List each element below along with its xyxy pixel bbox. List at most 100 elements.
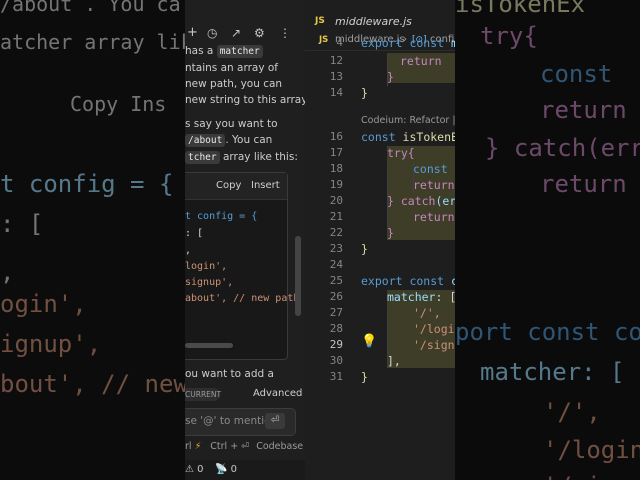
plus-icon[interactable]: + xyxy=(187,26,198,39)
more-icon[interactable]: ⋮ xyxy=(279,27,291,39)
code-line[interactable]: } catch(err xyxy=(387,194,455,208)
snippet-line: signup', xyxy=(185,277,234,288)
code-line[interactable]: ], xyxy=(387,354,401,368)
snippet-line: t config = { xyxy=(185,211,258,222)
background-right-zoom: isTokenEx try{const return} catch(err retur… xyxy=(455,0,640,480)
code-line[interactable]: } xyxy=(361,242,368,256)
inline-code: tcher xyxy=(185,151,220,164)
snippet-scrollbar[interactable] xyxy=(185,343,233,348)
background-code-line: '/signu xyxy=(543,472,640,480)
background-code-line: return xyxy=(540,170,627,198)
chat-toolbar: + ◷ ↗ ⚙ ⋮ xyxy=(185,22,305,44)
background-code-line: Copy Ins xyxy=(70,92,167,116)
gear-icon[interactable]: ⚙ xyxy=(254,27,265,39)
line-number: 28 xyxy=(329,322,343,335)
code-token: : [ xyxy=(435,290,455,304)
background-code-line: /about . You ca xyxy=(0,0,181,16)
code-line[interactable]: export const mi xyxy=(361,36,455,50)
background-code-line: isTokenEx xyxy=(455,0,586,18)
code-line[interactable]: } xyxy=(387,226,394,240)
chat-text-line: new path, you can xyxy=(185,78,283,90)
code-token: ], xyxy=(387,354,401,368)
divider xyxy=(305,50,455,51)
code-line[interactable]: } xyxy=(361,86,368,100)
line-number: 23 xyxy=(329,242,343,255)
code-line[interactable]: return xyxy=(413,210,455,224)
js-file-icon: JS xyxy=(315,16,325,26)
code-token: } xyxy=(387,70,394,84)
line-number: 29 xyxy=(329,338,343,351)
line-number: 26 xyxy=(329,290,343,303)
code-line[interactable]: matcher: [ xyxy=(387,290,455,304)
code-token: matcher xyxy=(387,290,436,304)
background-code-line: const xyxy=(540,60,613,88)
open-external-icon[interactable]: ↗ xyxy=(231,27,241,39)
background-code-line: '/login xyxy=(543,436,640,464)
tab-middleware-js[interactable]: JS middleware.js xyxy=(305,12,455,34)
background-code-line: atcher array like xyxy=(0,30,185,54)
line-number: 16 xyxy=(329,130,343,143)
line-number: 30 xyxy=(329,354,343,367)
code-token: return xyxy=(413,210,455,224)
code-token: (err xyxy=(435,194,455,208)
code-token: mi xyxy=(451,36,455,50)
code-line[interactable]: return xyxy=(400,54,442,68)
line-number: 24 xyxy=(329,258,343,271)
history-icon[interactable]: ◷ xyxy=(207,27,217,39)
code-token: } xyxy=(387,194,401,208)
tab-label: middleware.js xyxy=(335,15,412,28)
background-code-line: bout', // new xyxy=(0,370,185,398)
chat-panel: + ◷ ↗ ⚙ ⋮ has a matcher ntains an array … xyxy=(185,0,305,480)
code-line[interactable]: const d xyxy=(413,162,455,176)
snippet-header: Copy Insert xyxy=(185,173,287,200)
warnings-indicator[interactable]: 📡 0 xyxy=(215,464,237,475)
advanced-button[interactable]: Advanced xyxy=(253,388,302,399)
background-code-line: : [ xyxy=(0,210,44,238)
errors-indicator[interactable]: ⚠ 0 xyxy=(185,464,204,475)
copy-button[interactable]: Copy xyxy=(216,180,241,191)
dim-overlay xyxy=(0,0,185,480)
code-token: return xyxy=(400,54,442,68)
line-number: 19 xyxy=(329,178,343,191)
codeium-lens[interactable]: Codeium: Refactor | E xyxy=(361,115,455,126)
code-line[interactable]: } xyxy=(361,370,368,384)
background-code-line: t config = { xyxy=(0,170,174,198)
code-line[interactable]: '/signu xyxy=(413,338,455,352)
background-code-line: port const co xyxy=(455,318,640,346)
code-line[interactable]: export const co xyxy=(361,274,455,288)
code-token: } xyxy=(361,242,368,256)
code-line[interactable]: '/', xyxy=(413,306,441,320)
inline-code: matcher xyxy=(216,45,263,58)
lightbulb-icon[interactable]: 💡 xyxy=(361,334,377,349)
code-line[interactable]: '/login xyxy=(413,322,455,336)
indent-guide xyxy=(387,306,388,354)
code-line[interactable]: } xyxy=(387,70,394,84)
code-line[interactable]: const isTokenEx xyxy=(361,130,455,144)
background-code-line: '/', xyxy=(543,398,601,426)
code-line[interactable]: try{ xyxy=(387,146,415,160)
snippet-line: : [ xyxy=(185,228,204,239)
code-snippet: Copy Insert t config = { : [ , login', s… xyxy=(185,172,299,360)
line-number: 20 xyxy=(329,194,343,207)
chat-input[interactable]: se '@' to mention ⏎ xyxy=(185,408,296,436)
indent-guide xyxy=(413,162,414,192)
line-number: 27 xyxy=(329,306,343,319)
indent-guide xyxy=(387,162,388,226)
line-number: 12 xyxy=(329,54,343,67)
insert-button[interactable]: Insert xyxy=(251,180,280,191)
chat-text-line: ntains an array of xyxy=(185,62,279,74)
chat-text-line: s say you want to xyxy=(185,118,278,130)
lightning-icon: ⚡ xyxy=(194,441,202,452)
line-number: 13 xyxy=(329,70,343,83)
line-number: 14 xyxy=(329,86,343,99)
indent-guide xyxy=(387,54,388,86)
send-icon[interactable]: ⏎ xyxy=(265,413,285,429)
diff-highlight xyxy=(387,146,455,240)
current-badge: CURRENT xyxy=(185,388,222,401)
code-token: const d xyxy=(413,162,455,176)
background-code-line: } catch(err xyxy=(485,134,640,162)
chat-text-line: tcher array like this: xyxy=(185,151,298,164)
chat-scrollbar[interactable] xyxy=(295,236,301,316)
code-line[interactable]: return xyxy=(413,178,455,192)
code-token: return xyxy=(413,178,455,192)
